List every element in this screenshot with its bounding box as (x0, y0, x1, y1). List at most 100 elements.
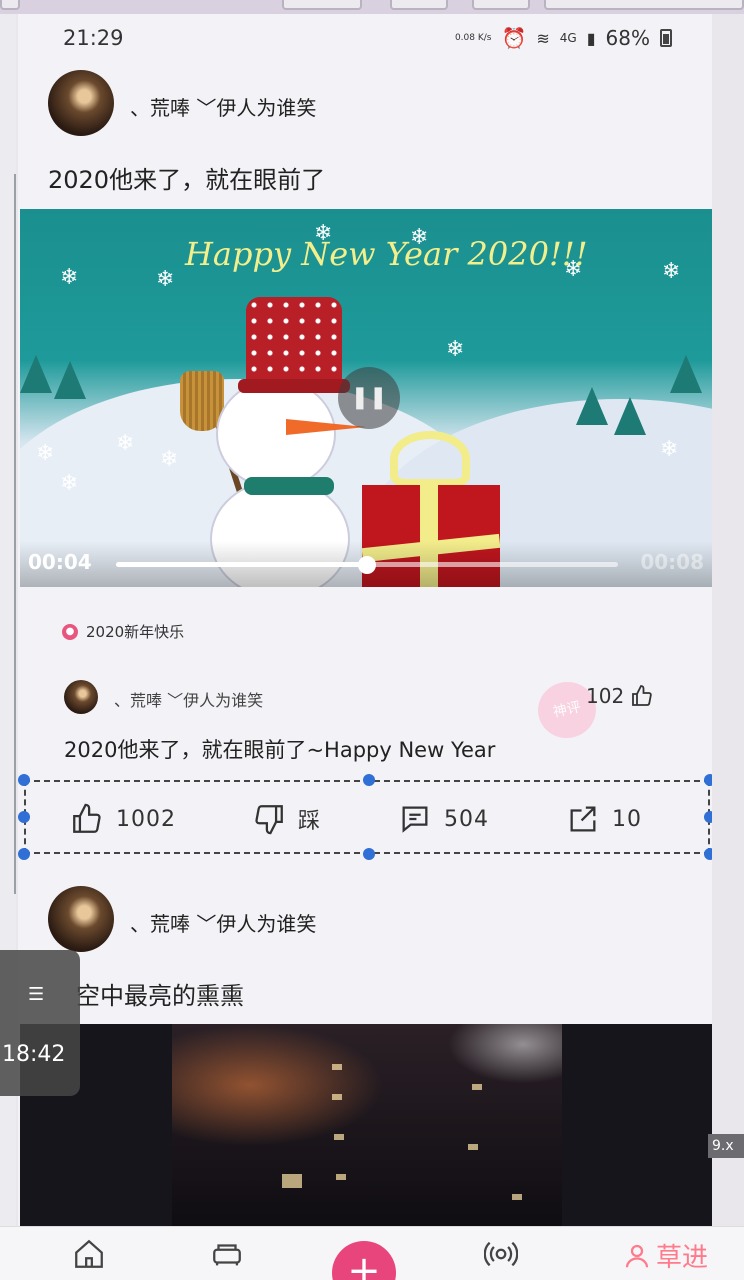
toolbar-tab[interactable] (390, 0, 448, 10)
wifi-icon: ≋ (536, 28, 550, 48)
thumbs-up-icon (632, 685, 652, 706)
brand-watermark: 草进 (622, 1237, 708, 1274)
comment-icon (402, 806, 428, 833)
author-avatar[interactable] (48, 70, 114, 136)
video-overlay-title: Happy New Year 2020!!! (185, 235, 588, 273)
topic-tag[interactable]: ● 2020新年快乐 (62, 621, 184, 642)
snowflake-icon: ❄ (60, 265, 79, 290)
tree-decoration (576, 387, 608, 425)
broadcast-icon[interactable] (484, 1237, 518, 1271)
video-seek-bar[interactable] (116, 556, 618, 574)
toolbar-tab[interactable] (282, 0, 362, 10)
status-time: 21:29 (63, 26, 124, 50)
edge-tag: 9.x (708, 1134, 744, 1158)
user-icon[interactable] (622, 1241, 652, 1271)
toolbar-tab[interactable] (0, 0, 20, 10)
signal-label: 4G (559, 31, 577, 45)
chapter-list-icon: ☰ (28, 984, 45, 1005)
tree-decoration (54, 361, 86, 399)
author-name[interactable]: 、荒唪 ﹀伊人为谁笑 (130, 908, 316, 937)
topic-icon: ● (62, 623, 78, 640)
status-icons: 0.08 K/s ⏰ ≋ 4G ▮ 68% (455, 26, 672, 50)
tree-decoration (20, 355, 52, 393)
floating-chapter-widget[interactable]: ☰ 18:42 (0, 950, 80, 1096)
status-bar: 21:29 0.08 K/s ⏰ ≋ 4G ▮ 68% (18, 22, 712, 54)
add-post-button[interactable]: + (332, 1241, 396, 1280)
snowman-hat-brim (238, 379, 350, 393)
video-player[interactable]: ❄ ❄ ❄ ❄ ❄ ❄ ❄ ❄ ❄ ❄ ❄ ❄ Happy New Year 2… (20, 209, 712, 587)
snowflake-icon: ❄ (160, 447, 179, 472)
thumbs-down-icon (255, 805, 283, 835)
floating-time: 18:42 (2, 1042, 66, 1067)
share-icon (570, 806, 596, 832)
selection-handle[interactable] (704, 811, 712, 823)
video-scene (172, 1024, 562, 1228)
dislike-label: 踩 (298, 809, 322, 834)
snowflake-icon: ❄ (116, 431, 135, 456)
tree-decoration (614, 397, 646, 435)
post-caption: 空中最亮的熏熏 (76, 982, 244, 1010)
video-duration: 00:08 (640, 550, 704, 574)
battery-percent: 68% (605, 26, 650, 50)
building-light (468, 1144, 478, 1150)
alarm-icon: ⏰ (501, 26, 527, 50)
like-count: 1002 (116, 806, 176, 832)
building-light (282, 1174, 302, 1188)
snowflake-icon: ❄ (36, 441, 55, 466)
snowman-scarf (244, 477, 334, 495)
building-light (472, 1084, 482, 1090)
comment-count: 504 (444, 806, 489, 832)
battery-icon (660, 29, 672, 47)
selection-handle[interactable] (18, 811, 30, 823)
comment-author[interactable]: 、荒唪 ﹀伊人为谁笑 (114, 687, 263, 711)
toolbar-search[interactable] (544, 0, 744, 10)
snowflake-icon: ❄ (660, 437, 679, 462)
post-caption: 2020他来了，就在眼前了 (48, 166, 326, 194)
snowflake-icon: ❄ (156, 267, 175, 292)
gift-bow (390, 431, 470, 487)
selection-handle[interactable] (704, 848, 712, 860)
dislike-button[interactable]: 踩 (252, 802, 321, 836)
building-light (332, 1094, 342, 1100)
phone-screen: 21:29 0.08 K/s ⏰ ≋ 4G ▮ 68% 、荒唪 ﹀伊人为谁笑 2… (18, 14, 712, 1280)
selection-handle[interactable] (18, 774, 30, 786)
recorder-toolbar (0, 0, 744, 14)
building-light (336, 1174, 346, 1180)
comment-button[interactable]: 504 (398, 802, 489, 836)
toolbar-tab[interactable] (472, 0, 530, 10)
snowflake-icon: ❄ (60, 471, 79, 496)
building-light (334, 1134, 344, 1140)
thumbs-up-icon (73, 803, 101, 833)
comment-text: 2020他来了，就在眼前了~Happy New Year (64, 738, 496, 762)
tree-decoration (670, 355, 702, 393)
selection-handle[interactable] (704, 774, 712, 786)
video-player[interactable] (20, 1024, 712, 1228)
like-button[interactable]: 1002 (70, 802, 176, 836)
topic-label: 2020新年快乐 (86, 623, 185, 641)
net-speed: 0.08 K/s (454, 33, 492, 43)
share-button[interactable]: 10 (566, 802, 642, 836)
video-seek-progress (116, 562, 367, 567)
snowflake-icon: ❄ (662, 259, 681, 284)
selection-handle[interactable] (363, 774, 375, 786)
home-icon[interactable] (72, 1237, 106, 1271)
video-controls: 00:04 00:08 (20, 541, 712, 587)
brand-text: 草进 (656, 1243, 709, 1273)
video-current-time: 00:04 (28, 550, 92, 574)
pause-icon[interactable]: ❚❚ (338, 367, 400, 429)
sofa-icon[interactable] (210, 1237, 244, 1271)
bottom-nav: + 草进 (0, 1226, 744, 1280)
share-count: 10 (612, 806, 642, 832)
selection-handle[interactable] (18, 848, 30, 860)
building-light (332, 1064, 342, 1070)
video-seek-handle[interactable] (358, 556, 376, 574)
rail-divider (14, 174, 16, 894)
snowflake-icon: ❄ (446, 337, 465, 362)
selection-handle[interactable] (363, 848, 375, 860)
comment-like-count: 102 (586, 684, 625, 708)
author-name[interactable]: 、荒唪 ﹀伊人为谁笑 (130, 92, 316, 121)
comment-like-button[interactable]: 102 (586, 684, 654, 708)
post-action-bar: 1002 踩 504 10 (18, 774, 712, 860)
author-avatar[interactable] (48, 886, 114, 952)
comment-avatar[interactable] (64, 680, 98, 714)
